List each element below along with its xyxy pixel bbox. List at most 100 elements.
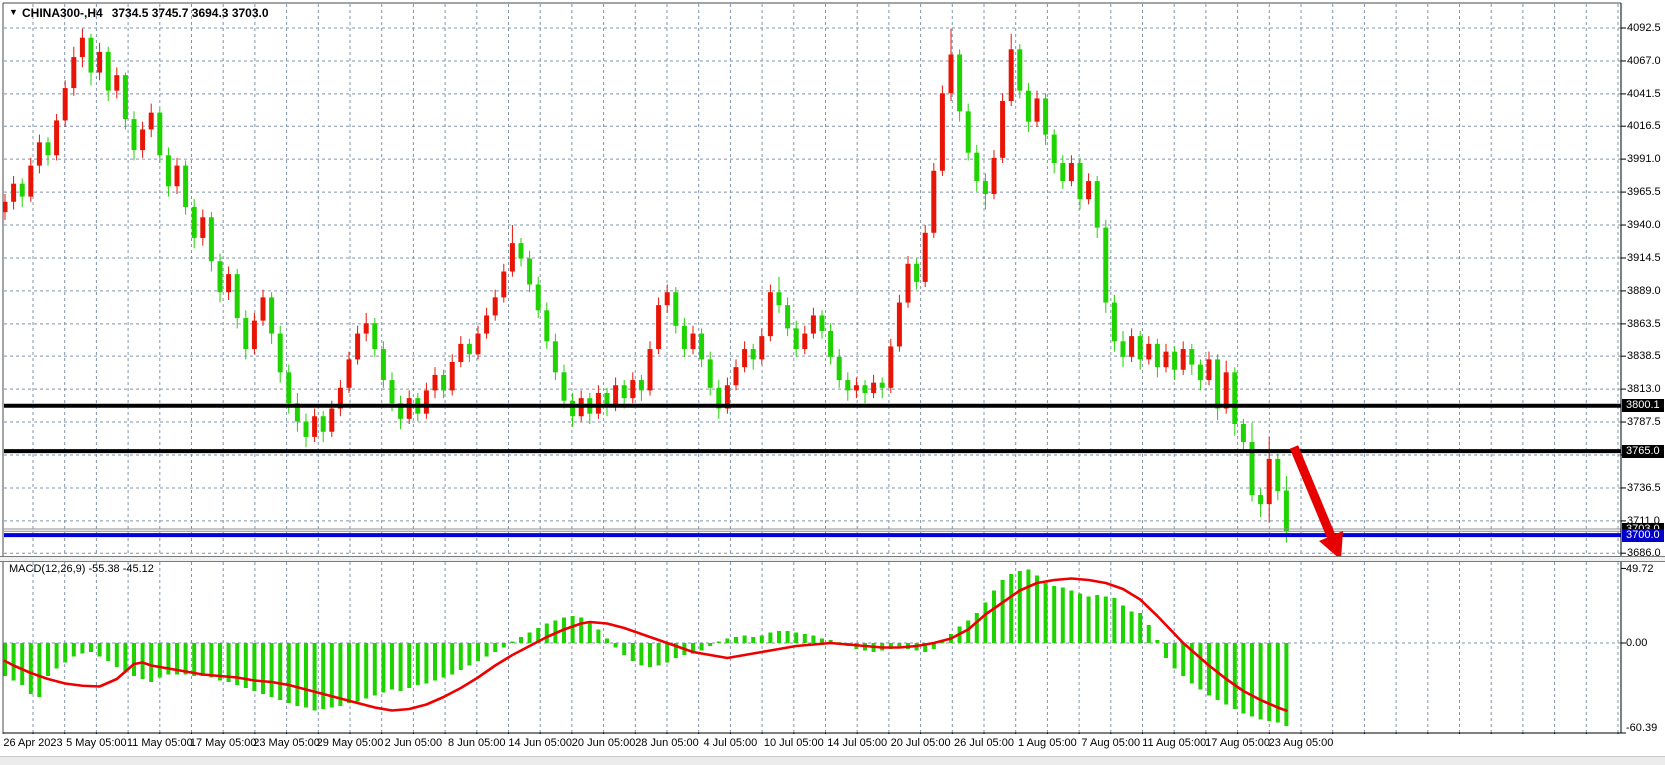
macd-histogram-bar [1259,643,1263,720]
candle-body [1215,359,1220,408]
candle-body [11,184,16,202]
price-axis-label: 3965.5 [1627,186,1665,198]
candle-body [278,334,283,373]
macd-histogram-bar [1078,594,1082,644]
macd-histogram-bar [648,643,652,667]
macd-histogram-bar [485,643,489,657]
candle-body [1207,359,1212,380]
candle-body [450,362,455,390]
candle-body [1198,365,1203,381]
macd-histogram-bar [1173,643,1177,669]
macd-histogram-bar [605,639,609,644]
price-axis-label: 3838.5 [1627,350,1665,362]
candle-body [570,401,575,417]
macd-histogram-bar [132,643,136,676]
macd-histogram-bar [1104,597,1108,644]
pane-splitter[interactable] [0,556,1665,562]
trend-arrow-shaft[interactable] [1294,447,1331,536]
macd-histogram-bar [115,643,119,667]
candle-body [510,243,515,271]
candle-body [433,375,438,391]
macd-histogram-bar [364,643,368,699]
macd-histogram-bar [442,643,446,678]
price-chart-canvas[interactable] [0,0,1665,765]
candle-body [304,421,309,437]
candle-body [321,416,326,432]
candle-body [562,372,567,400]
price-axis-label: 4092.5 [1627,22,1665,34]
candle-body [54,120,59,155]
candle-body [226,274,231,292]
candle-body [751,349,756,359]
macd-histogram-bar [321,643,325,709]
chart-window: ▼ CHINA300-,H43734.5 3745.7 3694.3 3703.… [0,0,1665,765]
candle-body [252,321,257,349]
macd-histogram-bar [381,643,385,693]
macd-histogram-bar [588,622,592,643]
candle-body [708,359,713,387]
macd-histogram-bar [1069,591,1073,644]
candle-body [166,155,171,186]
macd-histogram-bar [579,618,583,644]
candle-body [28,166,33,197]
candle-body [1121,341,1126,357]
candle-body [974,153,979,181]
candle-body [381,349,386,380]
candle-body [957,54,962,111]
macd-histogram-bar [734,637,738,643]
macd-histogram-bar [1121,606,1125,644]
macd-histogram-bar [63,643,67,663]
macd-histogram-bar [665,643,669,663]
candle-body [888,346,893,387]
candle-body [811,315,816,333]
macd-histogram-bar [1044,583,1048,643]
macd-histogram-bar [725,639,729,644]
candle-body [656,305,661,349]
macd-histogram-bar [1112,598,1116,643]
candle-body [992,158,997,194]
macd-histogram-bar [743,636,747,644]
macd-histogram-bar [510,642,514,644]
candle-body [837,357,842,380]
candle-body [286,372,291,403]
price-axis-label: 3736.5 [1627,482,1665,494]
candle-body [536,284,541,310]
window-bottom-edge [0,756,1665,765]
macd-histogram-bar [407,643,411,688]
macd-axis-label: 49.72 [1626,563,1665,575]
candle-body [691,334,696,350]
macd-histogram-bar [1181,643,1185,676]
macd-histogram-bar [639,643,643,666]
macd-histogram-bar [811,636,815,644]
macd-histogram-bar [287,643,291,703]
candle-body [880,383,885,388]
candle-body [871,383,876,393]
macd-histogram-bar [106,643,110,661]
candle-body [63,88,68,120]
macd-histogram-bar [192,643,196,676]
candle-body [1103,228,1108,303]
candle-body [1164,352,1169,368]
candle-body [1181,349,1186,370]
macd-histogram-bar [596,630,600,644]
candle-body [613,385,618,406]
candle-body [906,264,911,303]
symbol-timeframe-label: CHINA300-,H4 [22,6,103,20]
candle-body [200,217,205,238]
macd-histogram-bar [390,643,394,690]
candle-body [1000,101,1005,158]
symbol-dropdown-icon[interactable]: ▼ [9,7,18,17]
candle-body [759,336,764,359]
macd-histogram-bar [347,643,351,703]
candle-body [931,171,936,233]
candle-body [1267,459,1272,504]
candle-body [768,292,773,336]
candle-body [1146,344,1151,360]
price-axis-label: 3787.5 [1627,416,1665,428]
candle-body [71,57,76,88]
macd-histogram-bar [966,621,970,644]
candle-body [372,323,377,349]
macd-histogram-bar [1267,643,1271,721]
candle-body [1258,495,1263,504]
candle-body [80,38,85,57]
